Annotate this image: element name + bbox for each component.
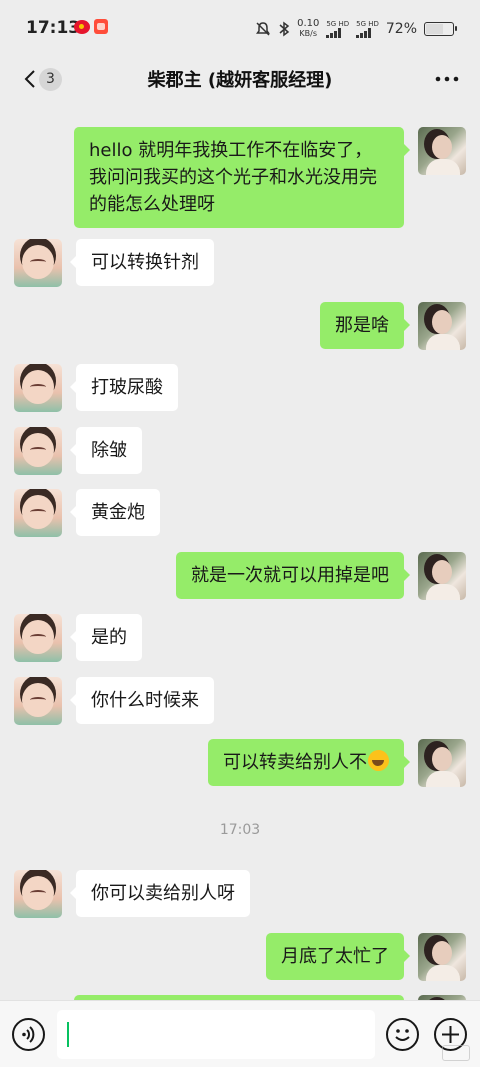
message-bubble[interactable]: 可以转卖给别人不 (208, 739, 410, 786)
message-bubble[interactable]: 那是啥 (320, 302, 410, 349)
chat-header: 3 柴郡主 (越妍客服经理) (0, 56, 480, 102)
message-bubble[interactable]: 打玻尿酸 (70, 364, 178, 411)
weibo-icon (74, 20, 90, 34)
input-bar (0, 1000, 480, 1067)
sim1-label: 5G HD (326, 20, 350, 28)
message-list[interactable]: hello 就明年我换工作不在临安了，我问问我买的这个光子和水光没用完的能怎么处… (0, 102, 480, 1000)
voice-icon[interactable] (12, 1018, 45, 1051)
net-speed-unit: KB/s (299, 29, 318, 38)
mute-icon (256, 22, 271, 36)
message-bubble[interactable]: 就是一次就可以用掉是吧 (176, 552, 410, 599)
message-input[interactable] (57, 1010, 375, 1059)
message-bubble[interactable]: 除皱 (70, 427, 142, 474)
message-bubble[interactable]: 你可以卖给别人呀 (70, 870, 250, 917)
message-bubble[interactable]: 你什么时候来 (70, 677, 214, 724)
message-bubble[interactable]: 黄金炮 (70, 489, 160, 536)
message-bubble[interactable]: 可以转换针剂 (70, 239, 214, 286)
signal-icon: 5G HD (326, 20, 349, 38)
my-avatar[interactable] (418, 552, 466, 600)
contact-avatar[interactable] (14, 427, 62, 475)
my-avatar[interactable] (418, 739, 466, 787)
message-bubble[interactable]: 是的 (70, 614, 142, 661)
message-bubble[interactable]: hello 就明年我换工作不在临安了，我问问我买的这个光子和水光没用完的能怎么处… (74, 127, 410, 228)
more-dots-icon[interactable] (434, 69, 460, 89)
battery-icon (424, 22, 457, 36)
text-cursor (67, 1022, 69, 1047)
status-icons: 0.10 KB/s 5G HD 5G HD 72% (255, 16, 457, 42)
laughing-crying-emoji-icon (368, 750, 389, 771)
my-avatar[interactable] (418, 127, 466, 175)
chat-title: 柴郡主 (越妍客服经理) (147, 70, 333, 91)
net-speed: 0.10 KB/s (297, 19, 319, 39)
my-avatar[interactable] (418, 933, 466, 981)
contact-avatar[interactable] (14, 364, 62, 412)
bluetooth-icon (279, 21, 290, 37)
contact-avatar[interactable] (14, 677, 62, 725)
contact-avatar[interactable] (14, 614, 62, 662)
status-time: 17:13 (26, 18, 81, 38)
battery-percent: 72% (385, 21, 417, 37)
net-speed-value: 0.10 (297, 18, 320, 29)
message-timestamp: 17:03 (219, 822, 261, 838)
emoji-face-icon[interactable] (386, 1018, 419, 1051)
message-bubble[interactable]: 月底了太忙了 (266, 933, 410, 980)
status-bar: 17:13 0.10 KB/s 5G HD 5G HD 72% (0, 0, 480, 56)
watermark-logo (442, 1045, 470, 1061)
sim2-label: 5G HD (356, 20, 379, 28)
app-notification-icon (94, 19, 108, 34)
signal-icon-2: 5G HD (356, 20, 379, 38)
contact-avatar[interactable] (14, 489, 62, 537)
contact-avatar[interactable] (14, 870, 62, 918)
contact-avatar[interactable] (14, 239, 62, 287)
my-avatar[interactable] (418, 302, 466, 350)
message-text: 可以转卖给别人不 (223, 752, 367, 773)
